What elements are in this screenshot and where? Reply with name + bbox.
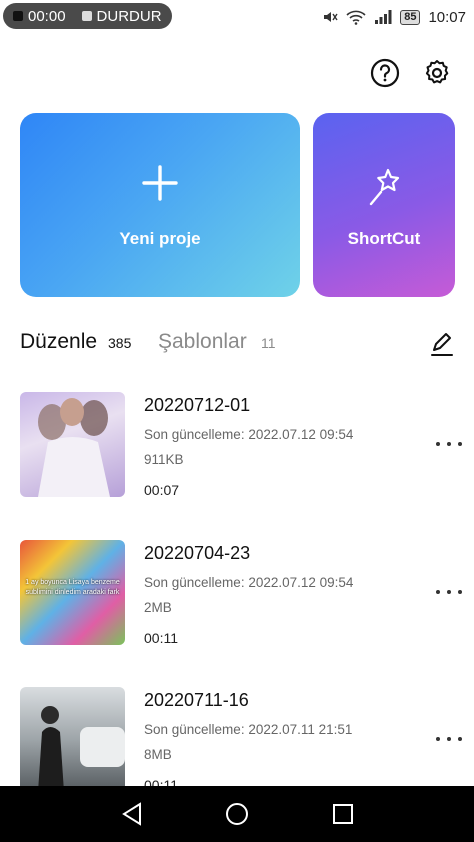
app-screen: 00:00 DURDUR 85 10:07 Yeni proje ShortCu…	[0, 0, 474, 842]
record-icon	[13, 11, 23, 21]
project-updated: Son güncelleme: 2022.07.12 09:54	[144, 575, 354, 590]
new-project-label: Yeni proje	[119, 229, 201, 248]
plus-icon	[142, 165, 178, 201]
home-icon[interactable]	[223, 800, 251, 828]
tab-templates[interactable]: Şablonlar	[158, 330, 247, 354]
status-clock: 10:07	[428, 8, 466, 26]
status-icons: 85 10:07	[322, 6, 466, 28]
project-size: 8MB	[144, 747, 172, 762]
mute-icon	[324, 12, 338, 22]
tab-templates-count: 11	[261, 335, 276, 351]
wifi-icon	[346, 10, 366, 25]
recents-icon[interactable]	[329, 800, 357, 828]
screen-recorder-pill[interactable]: 00:00 DURDUR	[3, 3, 172, 29]
system-nav-bar	[0, 786, 474, 842]
dot	[447, 590, 451, 594]
settings-button[interactable]	[419, 55, 455, 91]
dot	[436, 590, 440, 594]
more-options-button[interactable]	[436, 727, 462, 751]
stop-recording-label[interactable]: DURDUR	[97, 8, 162, 25]
photo-people-illustration	[38, 706, 125, 792]
project-size: 2MB	[144, 600, 172, 615]
status-bar: 00:00 DURDUR 85 10:07	[0, 0, 474, 34]
photo-people-illustration	[38, 398, 110, 497]
project-thumbnail	[20, 392, 125, 497]
project-duration: 00:11	[144, 630, 178, 646]
project-title: 20220704-23	[144, 543, 251, 563]
help-button[interactable]	[367, 55, 403, 91]
project-title: 20220711-16	[144, 690, 249, 710]
edit-list-button[interactable]	[428, 330, 456, 358]
dot	[447, 442, 451, 446]
stop-icon	[81, 11, 92, 21]
project-thumbnail: 1 ay boyunca Lisaya benzeme sublimini di…	[20, 540, 125, 645]
magic-wand-icon	[369, 168, 400, 206]
recording-time: 00:00	[28, 7, 66, 25]
tab-edit[interactable]: Düzenle	[20, 330, 97, 354]
shortcut-card[interactable]: ShortCut	[313, 113, 455, 297]
list-item[interactable]: 1 ay boyunca Lisaya benzeme sublimini di…	[0, 540, 474, 660]
battery-level: 85	[400, 9, 421, 25]
project-updated: Son güncelleme: 2022.07.11 21:51	[144, 722, 353, 737]
dot	[436, 737, 440, 741]
list-item[interactable]: 20220712-01 Son güncelleme: 2022.07.12 0…	[0, 392, 474, 512]
new-project-card[interactable]: Yeni proje	[20, 113, 300, 297]
project-size: 911KB	[144, 452, 184, 467]
signal-icon	[375, 10, 392, 24]
more-options-button[interactable]	[436, 580, 462, 604]
pencil-icon	[431, 333, 453, 356]
tab-edit-count: 385	[108, 335, 132, 351]
project-updated: Son güncelleme: 2022.07.12 09:54	[144, 427, 354, 442]
dot	[458, 590, 462, 594]
project-thumbnail	[20, 687, 125, 792]
shortcut-label: ShortCut	[347, 229, 421, 248]
dot	[458, 442, 462, 446]
dot	[447, 737, 451, 741]
question-circle-icon	[370, 58, 400, 88]
project-duration: 00:07	[144, 482, 180, 498]
back-icon[interactable]	[118, 800, 146, 828]
dot	[436, 442, 440, 446]
project-title: 20220712-01	[144, 395, 251, 415]
dot	[458, 737, 462, 741]
more-options-button[interactable]	[436, 432, 462, 456]
thumbnail-caption: 1 ay boyunca Lisaya benzeme sublimini di…	[25, 579, 120, 596]
gear-icon	[425, 60, 449, 84]
